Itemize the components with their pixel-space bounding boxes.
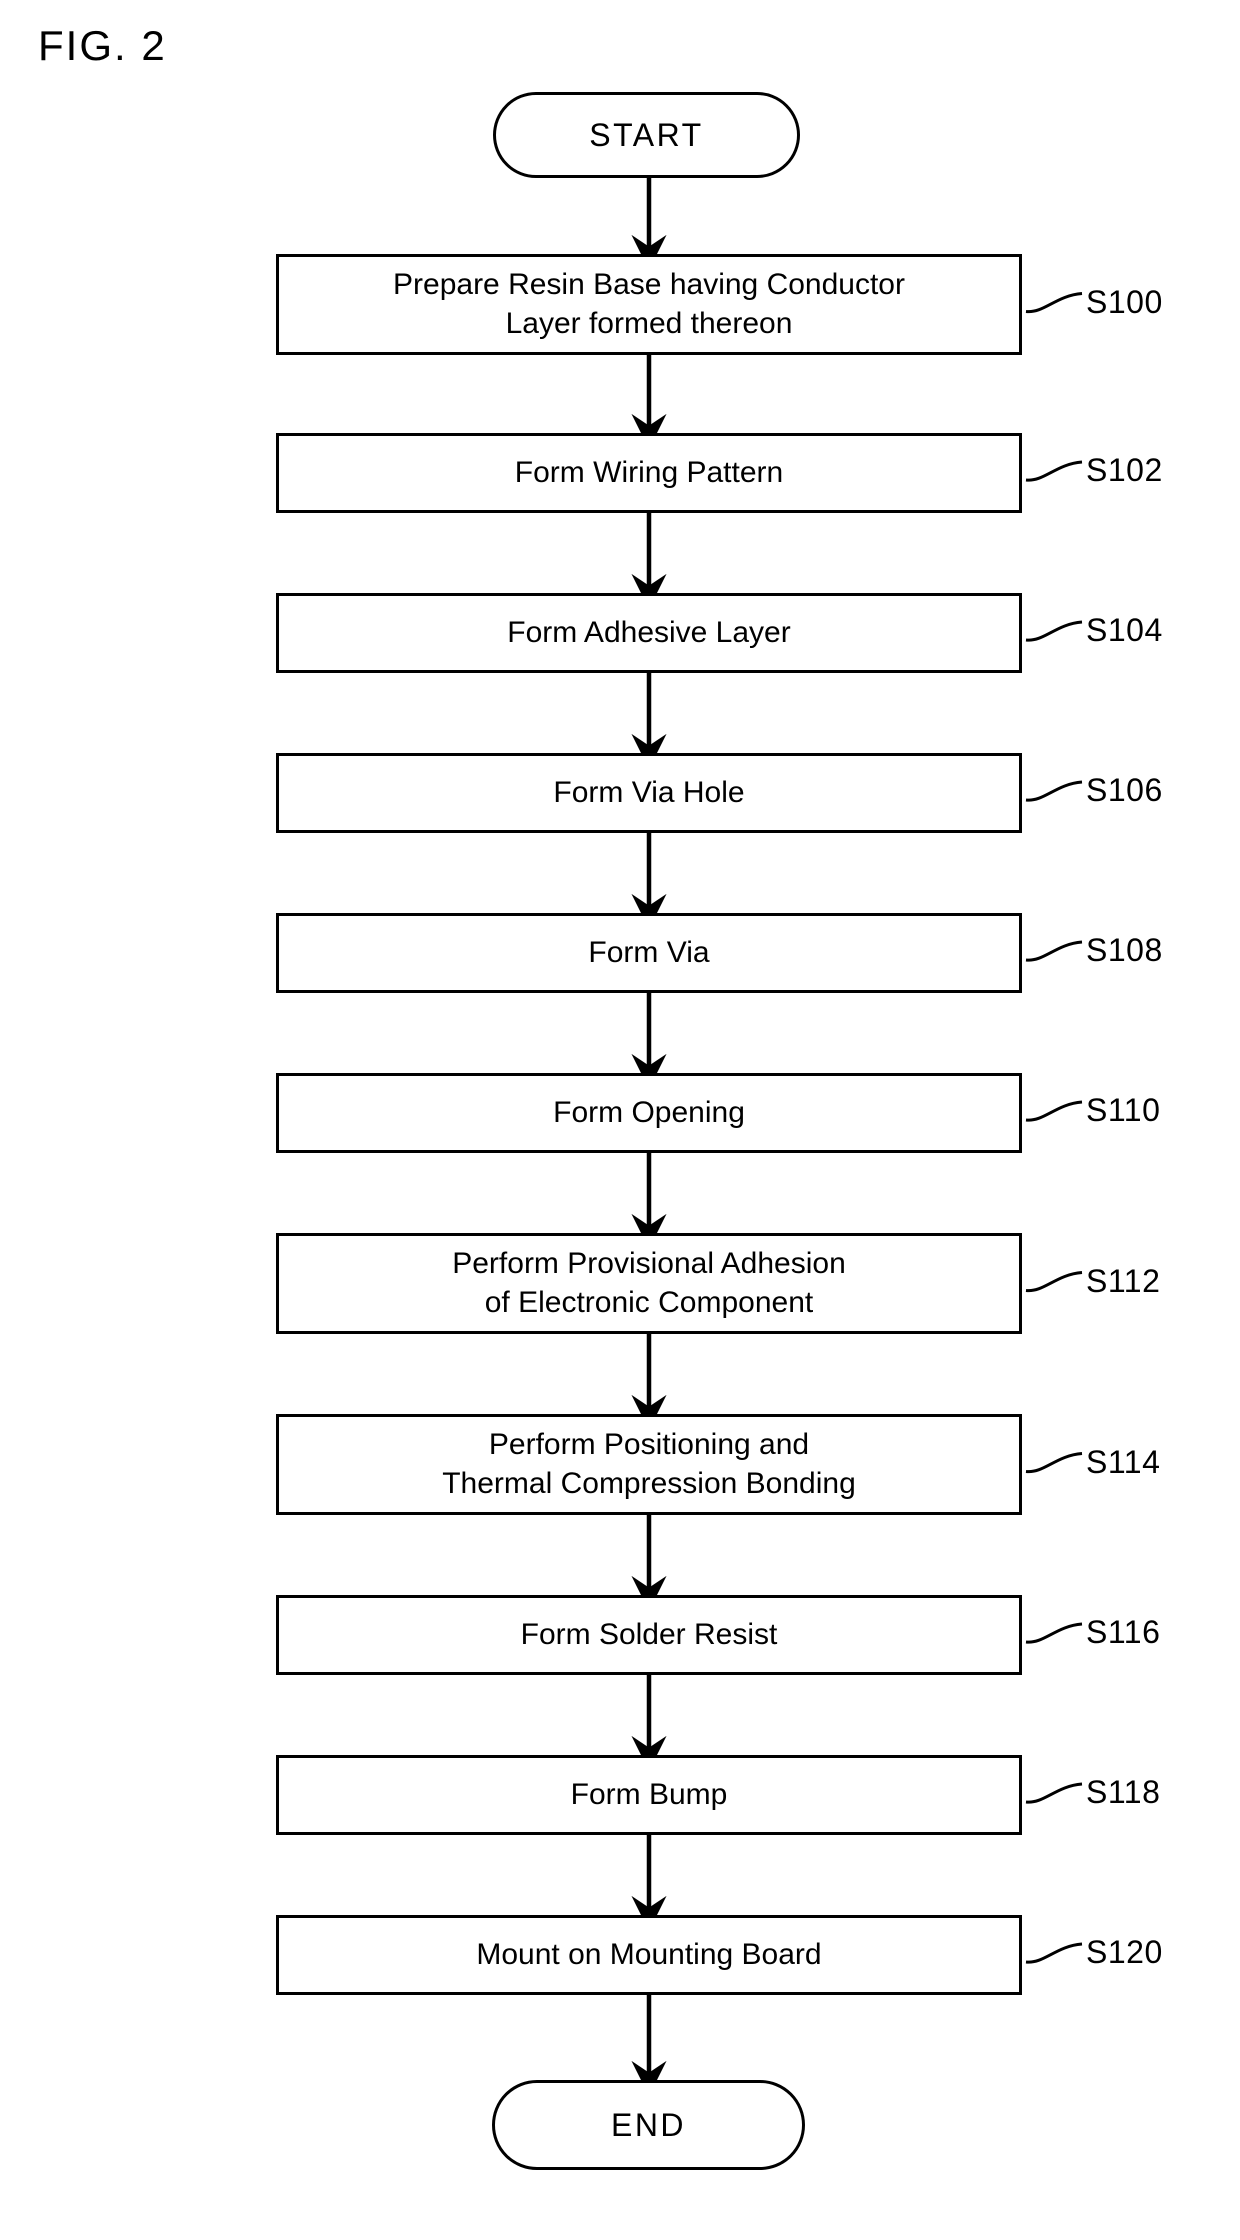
end-terminal-label: END xyxy=(610,2106,687,2143)
process-box-s106[interactable]: Form Via Hole xyxy=(276,753,1022,833)
process-box-s112[interactable]: Perform Provisional Adhesion of Electron… xyxy=(276,1233,1022,1334)
process-box-label: Perform Positioning and Thermal Compress… xyxy=(442,1428,856,1500)
process-box-label: Mount on Mounting Board xyxy=(476,1937,822,1971)
process-box-label: Form Adhesive Layer xyxy=(507,615,791,649)
step-number-s100: S100 xyxy=(1086,283,1163,320)
start-terminal[interactable]: START xyxy=(493,92,800,178)
process-box-label: Form Opening xyxy=(553,1095,745,1129)
process-box-s114[interactable]: Perform Positioning and Thermal Compress… xyxy=(276,1414,1022,1515)
step-number-s106: S106 xyxy=(1086,772,1163,808)
process-box-s116[interactable]: Form Solder Resist xyxy=(276,1595,1022,1675)
process-box-label: Form Solder Resist xyxy=(520,1617,778,1651)
process-box-s110[interactable]: Form Opening xyxy=(276,1073,1022,1153)
step-number-s104: S104 xyxy=(1086,612,1163,648)
process-box-s120[interactable]: Mount on Mounting Board xyxy=(276,1915,1022,1995)
process-box-label: Form Bump xyxy=(570,1777,728,1811)
end-terminal[interactable]: END xyxy=(492,2080,805,2170)
process-box-s100[interactable]: Prepare Resin Base having Conductor Laye… xyxy=(276,254,1022,355)
process-box-s104[interactable]: Form Adhesive Layer xyxy=(276,593,1022,673)
node-layer: START Prepare Resin Base having Conducto… xyxy=(0,0,1240,2240)
process-box-label: Prepare Resin Base having Conductor Laye… xyxy=(393,268,905,340)
start-terminal-label: START xyxy=(589,116,704,153)
step-number-s110: S110 xyxy=(1086,1092,1161,1128)
figure-page: FIG. 2 START Prepare Resin Base having C… xyxy=(0,0,1240,2240)
step-number-s112: S112 xyxy=(1086,1262,1161,1299)
process-box-label: Form Wiring Pattern xyxy=(514,455,784,489)
process-box-s108[interactable]: Form Via xyxy=(276,913,1022,993)
process-box-s102[interactable]: Form Wiring Pattern xyxy=(276,433,1022,513)
step-number-s114: S114 xyxy=(1086,1443,1161,1480)
step-number-s116: S116 xyxy=(1086,1614,1161,1650)
step-number-s102: S102 xyxy=(1086,452,1163,488)
process-box-label: Form Via Hole xyxy=(553,775,745,809)
step-number-s108: S108 xyxy=(1086,932,1163,968)
process-box-s118[interactable]: Form Bump xyxy=(276,1755,1022,1835)
process-box-label: Form Via xyxy=(588,935,710,969)
step-number-s120: S120 xyxy=(1086,1934,1163,1970)
step-number-s118: S118 xyxy=(1086,1774,1161,1810)
process-box-label: Perform Provisional Adhesion of Electron… xyxy=(452,1247,846,1319)
